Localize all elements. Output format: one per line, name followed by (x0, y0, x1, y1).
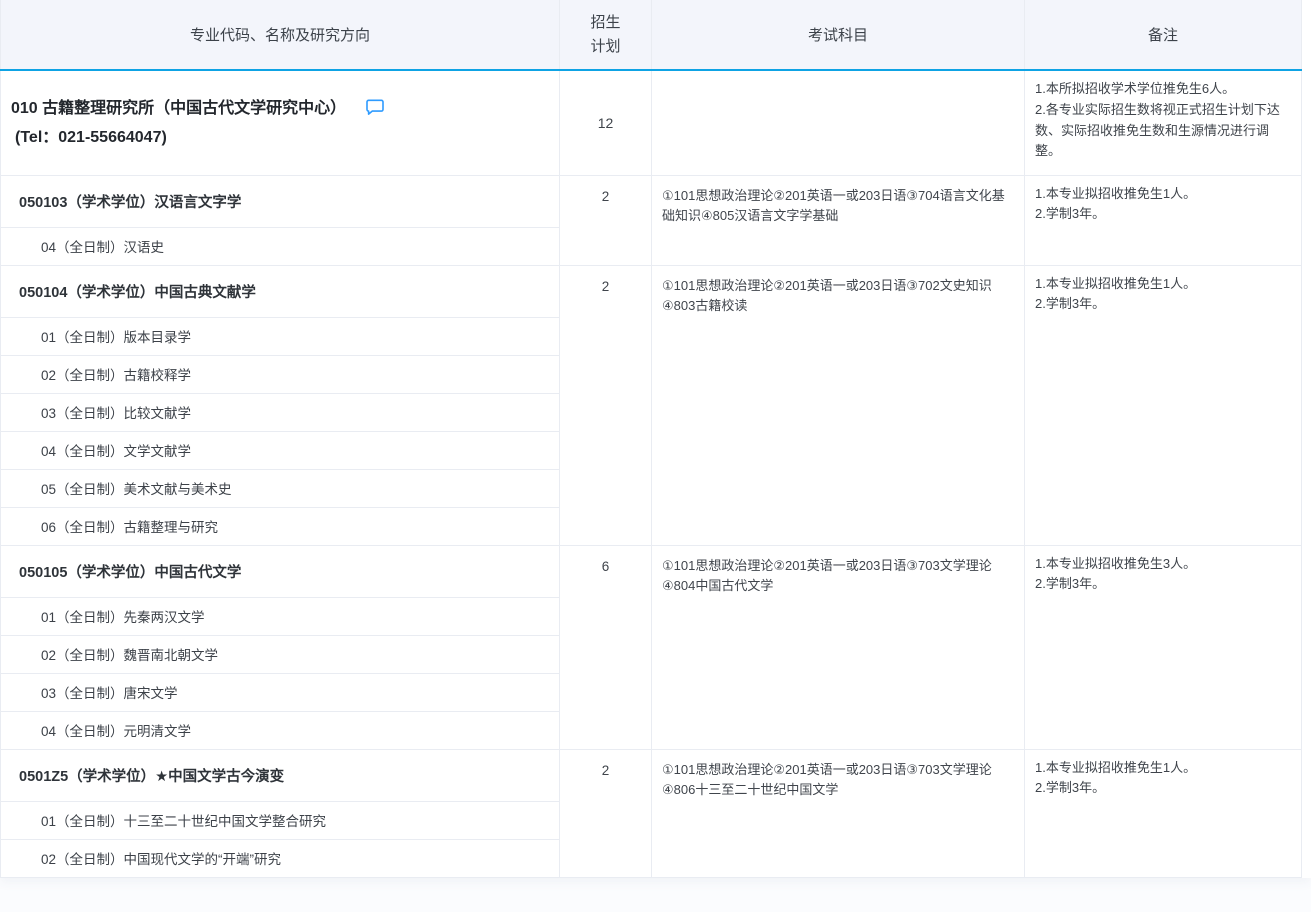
major-row: 050104（学术学位）中国古典文献学 2 ①101思想政治理论②201英语一或… (1, 265, 1302, 317)
institute-row: 010 古籍整理研究所（中国古代文学研究中心） (Tel：021-5566404… (1, 70, 1302, 175)
direction-cell: 02（全日制）古籍校释学 (1, 355, 560, 393)
direction-cell: 04（全日制）汉语史 (1, 227, 560, 265)
institute-plan-value: 12 (598, 115, 614, 131)
column-header-exam: 考试科目 (652, 0, 1025, 70)
remark-line: 2.学制3年。 (1035, 294, 1291, 315)
major-name-cell: 050104（学术学位）中国古典文献学 (1, 265, 560, 317)
major-plan-cell: 6 (560, 545, 652, 749)
remark-line: 1.本专业拟招收推免生1人。 (1035, 758, 1291, 779)
major-remarks-cell: 1.本专业拟招收推免生1人。 2.学制3年。 (1025, 175, 1302, 265)
direction-label: 02（全日制）古籍校释学 (41, 368, 191, 383)
direction-cell: 05（全日制）美术文献与美术史 (1, 469, 560, 507)
major-plan-value: 6 (602, 559, 610, 574)
major-name: 050103（学术学位）汉语言文字学 (19, 195, 241, 211)
direction-label: 01（全日制）版本目录学 (41, 330, 191, 345)
major-name-cell: 050105（学术学位）中国古代文学 (1, 545, 560, 597)
institute-tel: (Tel：021-55664047) (11, 125, 545, 151)
direction-label: 03（全日制）比较文献学 (41, 406, 191, 421)
major-remarks-cell: 1.本专业拟招收推免生1人。 2.学制3年。 (1025, 265, 1302, 545)
major-exam-value: ①101思想政治理论②201英语一或203日语③702文史知识④803古籍校读 (662, 278, 992, 313)
major-plan-cell: 2 (560, 175, 652, 265)
major-name-cell: 050103（学术学位）汉语言文字学 (1, 175, 560, 227)
column-header-remarks-label: 备注 (1148, 27, 1178, 44)
major-plan-cell: 2 (560, 265, 652, 545)
admissions-table: 专业代码、名称及研究方向 招生 计划 考试科目 备注 010 古籍整理研究所（中… (0, 0, 1302, 878)
major-plan-value: 2 (602, 763, 610, 778)
remark-line: 2.学制3年。 (1035, 204, 1291, 225)
column-header-exam-label: 考试科目 (808, 27, 868, 44)
major-remarks-cell: 1.本专业拟招收推免生3人。 2.学制3年。 (1025, 545, 1302, 749)
institute-remarks-cell: 1.本所拟招收学术学位推免生6人。 2.各专业实际招生数将视正式招生计划下达数、… (1025, 70, 1302, 175)
major-plan-value: 2 (602, 279, 610, 294)
column-header-major-label: 专业代码、名称及研究方向 (190, 27, 370, 44)
remark-line: 1.本专业拟招收推免生3人。 (1035, 554, 1291, 575)
direction-cell: 01（全日制）版本目录学 (1, 317, 560, 355)
direction-label: 02（全日制）中国现代文学的“开端”研究 (41, 852, 281, 867)
column-header-plan-label: 招生 计划 (590, 11, 620, 58)
direction-cell: 01（全日制）先秦两汉文学 (1, 597, 560, 635)
remark-line: 2.各专业实际招生数将视正式招生计划下达数、实际招收推免生数和生源情况进行调整。 (1035, 100, 1291, 162)
institute-title: 010 古籍整理研究所（中国古代文学研究中心） (11, 100, 346, 117)
direction-cell: 04（全日制）元明清文学 (1, 711, 560, 749)
column-header-plan: 招生 计划 (560, 0, 652, 70)
direction-label: 02（全日制）魏晋南北朝文学 (41, 648, 218, 663)
major-plan-cell: 2 (560, 749, 652, 877)
direction-label: 03（全日制）唐宋文学 (41, 686, 178, 701)
direction-label: 01（全日制）先秦两汉文学 (41, 610, 205, 625)
major-exam-value: ①101思想政治理论②201英语一或203日语③703文学理论④806十三至二十… (662, 762, 992, 797)
direction-cell: 03（全日制）比较文献学 (1, 393, 560, 431)
major-exam-value: ①101思想政治理论②201英语一或203日语③704语言文化基础知识④805汉… (662, 188, 1005, 223)
remark-line: 2.学制3年。 (1035, 778, 1291, 799)
direction-label: 04（全日制）文学文献学 (41, 444, 191, 459)
direction-label: 05（全日制）美术文献与美术史 (41, 482, 232, 497)
major-exam-value: ①101思想政治理论②201英语一或203日语③703文学理论④804中国古代文… (662, 558, 992, 593)
remark-line: 2.学制3年。 (1035, 574, 1291, 595)
major-row: 0501Z5（学术学位）★中国文学古今演变 2 ①101思想政治理论②201英语… (1, 749, 1302, 801)
institute-plan-cell: 12 (560, 70, 652, 175)
institute-title-cell: 010 古籍整理研究所（中国古代文学研究中心） (Tel：021-5566404… (1, 70, 560, 175)
column-header-remarks: 备注 (1025, 0, 1302, 70)
remark-line: 1.本专业拟招收推免生1人。 (1035, 274, 1291, 295)
major-row: 050103（学术学位）汉语言文字学 2 ①101思想政治理论②201英语一或2… (1, 175, 1302, 227)
direction-cell: 03（全日制）唐宋文学 (1, 673, 560, 711)
remark-line: 1.本专业拟招收推免生1人。 (1035, 184, 1291, 205)
comment-icon[interactable] (366, 97, 384, 125)
major-name: 050105（学术学位）中国古代文学 (19, 565, 241, 581)
column-header-major: 专业代码、名称及研究方向 (1, 0, 560, 70)
direction-label: 01（全日制）十三至二十世纪中国文学整合研究 (41, 814, 326, 829)
major-remarks-cell: 1.本专业拟招收推免生1人。 2.学制3年。 (1025, 749, 1302, 877)
direction-cell: 01（全日制）十三至二十世纪中国文学整合研究 (1, 801, 560, 839)
direction-cell: 06（全日制）古籍整理与研究 (1, 507, 560, 545)
direction-cell: 02（全日制）魏晋南北朝文学 (1, 635, 560, 673)
major-name: 0501Z5（学术学位）★中国文学古今演变 (19, 769, 284, 785)
admissions-table-container: 专业代码、名称及研究方向 招生 计划 考试科目 备注 010 古籍整理研究所（中… (0, 0, 1311, 878)
major-exam-cell: ①101思想政治理论②201英语一或203日语③704语言文化基础知识④805汉… (652, 175, 1025, 265)
direction-cell: 04（全日制）文学文献学 (1, 431, 560, 469)
header-row: 专业代码、名称及研究方向 招生 计划 考试科目 备注 (1, 0, 1302, 70)
major-name-cell: 0501Z5（学术学位）★中国文学古今演变 (1, 749, 560, 801)
institute-exam-cell (652, 70, 1025, 175)
major-name: 050104（学术学位）中国古典文献学 (19, 285, 256, 301)
major-exam-cell: ①101思想政治理论②201英语一或203日语③702文史知识④803古籍校读 (652, 265, 1025, 545)
direction-label: 04（全日制）汉语史 (41, 240, 164, 255)
direction-label: 04（全日制）元明清文学 (41, 724, 191, 739)
major-exam-cell: ①101思想政治理论②201英语一或203日语③703文学理论④804中国古代文… (652, 545, 1025, 749)
major-plan-value: 2 (602, 189, 610, 204)
institute-title-line: 010 古籍整理研究所（中国古代文学研究中心） (11, 95, 545, 125)
remark-line: 1.本所拟招收学术学位推免生6人。 (1035, 79, 1291, 100)
direction-label: 06（全日制）古籍整理与研究 (41, 520, 218, 535)
direction-cell: 02（全日制）中国现代文学的“开端”研究 (1, 839, 560, 877)
major-row: 050105（学术学位）中国古代文学 6 ①101思想政治理论②201英语一或2… (1, 545, 1302, 597)
major-exam-cell: ①101思想政治理论②201英语一或203日语③703文学理论④806十三至二十… (652, 749, 1025, 877)
